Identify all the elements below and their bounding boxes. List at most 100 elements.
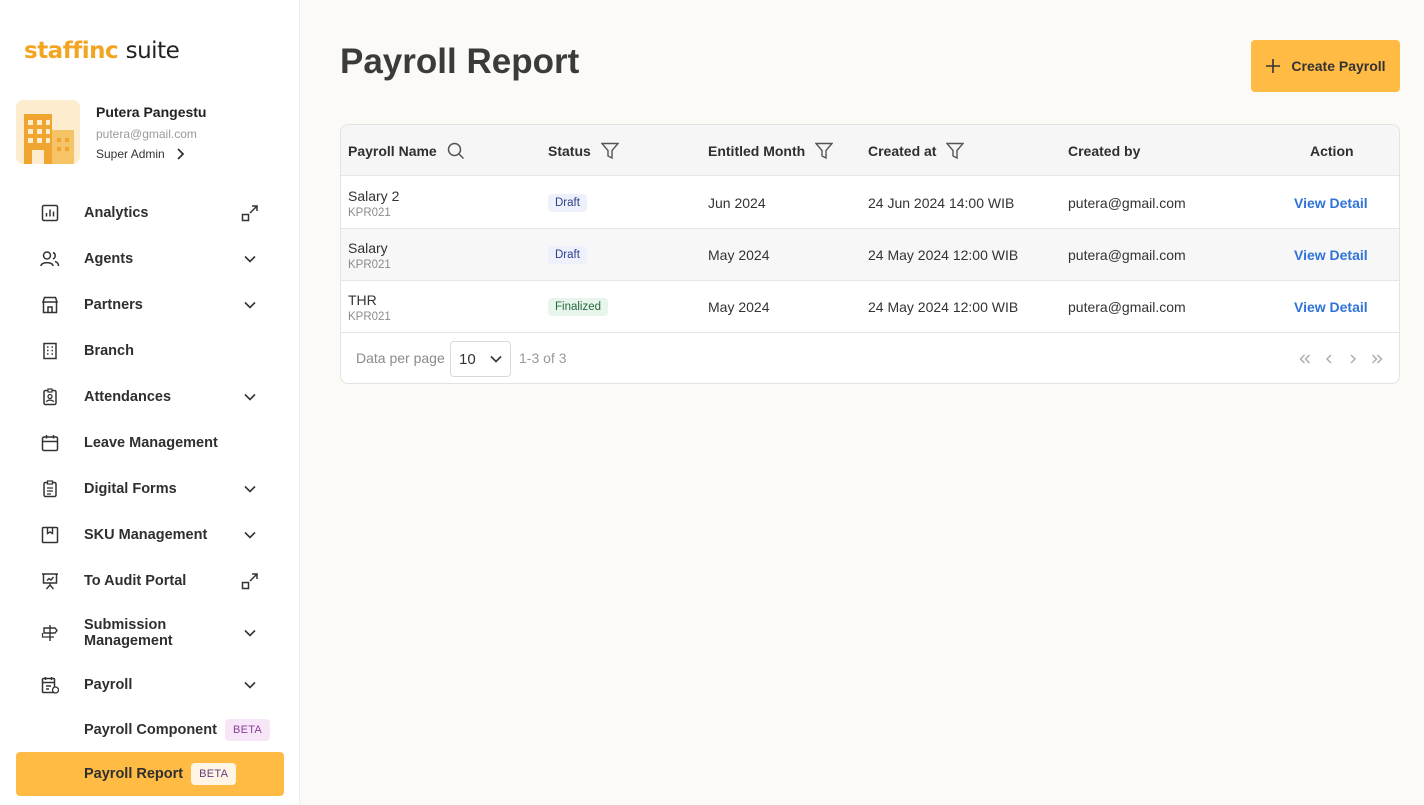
- users-icon: [40, 249, 60, 269]
- chevron-down-icon: [240, 387, 260, 407]
- sidebar-item-label: Analytics: [84, 205, 149, 221]
- column-action: Action: [1310, 125, 1354, 176]
- search-icon[interactable]: [447, 142, 465, 160]
- payroll-code: KPR021: [348, 310, 391, 323]
- payroll-name-cell: THR KPR021: [348, 281, 391, 333]
- chevron-down-icon: [240, 675, 260, 695]
- sidebar-item-audit-portal[interactable]: To Audit Portal: [16, 559, 284, 603]
- profile-role-link[interactable]: Super Admin: [96, 147, 185, 161]
- view-detail-link[interactable]: View Detail: [1294, 229, 1368, 281]
- sidebar-item-label: Payroll: [84, 677, 133, 693]
- status-cell: Draft: [548, 177, 587, 229]
- table-row: THR KPR021 Finalized May 2024 24 May 202…: [341, 281, 1399, 333]
- prev-page-icon[interactable]: [1321, 349, 1337, 369]
- per-page-value: 10: [459, 350, 476, 368]
- entitled-month: May 2024: [708, 247, 770, 263]
- sidebar-item-partners[interactable]: Partners: [16, 283, 284, 327]
- filter-icon[interactable]: [946, 142, 965, 160]
- sidebar-item-sku-management[interactable]: SKU Management: [16, 513, 284, 557]
- filter-icon[interactable]: [600, 142, 619, 160]
- signpost-icon: [40, 623, 60, 643]
- status-cell: Finalized: [548, 281, 609, 333]
- created-by: putera@gmail.com: [1068, 299, 1186, 315]
- table-row: Salary 2 KPR021 Draft Jun 2024 24 Jun 20…: [341, 177, 1399, 229]
- created-at: 24 May 2024 12:00 WIB: [868, 247, 1019, 263]
- created-at: 24 Jun 2024 14:00 WIB: [868, 195, 1015, 211]
- entitled-month: May 2024: [708, 299, 770, 315]
- next-page-icon[interactable]: [1345, 349, 1361, 369]
- chevron-down-icon: [240, 623, 260, 643]
- status-badge: Finalized: [548, 298, 609, 316]
- sidebar-item-label: Agents: [84, 251, 134, 267]
- create-payroll-label: Create Payroll: [1291, 58, 1386, 74]
- profile-email: putera@gmail.com: [96, 127, 197, 141]
- profile-name: Putera Pangestu: [96, 104, 207, 120]
- column-label: Payroll Name: [348, 142, 437, 159]
- column-created-at: Created at: [868, 125, 965, 176]
- column-label: Action: [1310, 142, 1354, 159]
- beta-badge: BETA: [224, 719, 271, 741]
- view-detail-link[interactable]: View Detail: [1294, 177, 1368, 229]
- sidebar-item-label: To Audit Portal: [84, 573, 187, 589]
- table-header: Payroll Name Status Entitled Month Creat…: [341, 125, 1399, 176]
- avatar: [16, 100, 80, 164]
- sidebar-item-payroll-component[interactable]: Payroll Component BETA: [16, 708, 284, 752]
- sidebar-item-label: SKU Management: [84, 527, 208, 543]
- status-badge: Draft: [548, 194, 587, 212]
- payroll-code: KPR021: [348, 258, 391, 271]
- column-created-by: Created by: [1068, 125, 1140, 176]
- sidebar-item-agents[interactable]: Agents: [16, 237, 284, 281]
- id-badge-icon: [40, 387, 60, 407]
- column-entitled-month: Entitled Month: [708, 125, 834, 176]
- payroll-table: Payroll Name Status Entitled Month Creat…: [340, 124, 1400, 384]
- chevron-down-icon: [240, 295, 260, 315]
- created-by: putera@gmail.com: [1068, 195, 1186, 211]
- app-logo[interactable]: staffinc suite: [24, 38, 180, 64]
- sidebar-item-digital-forms[interactable]: Digital Forms: [16, 467, 284, 511]
- chevron-down-icon: [240, 525, 260, 545]
- payroll-report-label: Payroll Report: [84, 765, 184, 782]
- bar-chart-icon: [40, 203, 60, 223]
- chevron-right-icon: [177, 148, 184, 160]
- column-label: Created at: [868, 142, 937, 159]
- per-page-label: Data per page: [356, 350, 445, 366]
- sidebar-item-submission-management[interactable]: Submission Management: [16, 611, 284, 655]
- column-label: Status: [548, 142, 591, 159]
- payroll-calendar-icon: [40, 675, 60, 695]
- sidebar-item-attendances[interactable]: Attendances: [16, 375, 284, 419]
- filter-icon[interactable]: [815, 142, 834, 160]
- sidebar-item-analytics[interactable]: Analytics: [16, 191, 284, 235]
- sidebar-item-label: Digital Forms: [84, 481, 177, 497]
- calendar-icon: [40, 433, 60, 453]
- payroll-name: Salary: [348, 239, 388, 256]
- chevron-down-icon: [240, 479, 260, 499]
- sidebar-item-label: Partners: [84, 297, 143, 313]
- column-status: Status: [548, 125, 619, 176]
- sidebar-item-payroll[interactable]: Payroll: [16, 663, 284, 707]
- chevron-down-icon: [490, 355, 502, 363]
- create-payroll-button[interactable]: Create Payroll: [1251, 40, 1400, 92]
- sidebar-item-branch[interactable]: Branch: [16, 329, 284, 373]
- plus-icon: [1266, 59, 1281, 73]
- payroll-name-cell: Salary KPR021: [348, 229, 391, 281]
- sidebar-item-label: Attendances: [84, 389, 172, 405]
- status-badge: Draft: [548, 246, 587, 264]
- payroll-code: KPR021: [348, 206, 391, 219]
- view-detail-link[interactable]: View Detail: [1294, 281, 1368, 333]
- last-page-icon[interactable]: [1369, 349, 1385, 369]
- status-cell: Draft: [548, 229, 587, 281]
- column-payroll-name: Payroll Name: [348, 125, 465, 176]
- payroll-name: Salary 2: [348, 187, 400, 204]
- clipboard-icon: [40, 479, 60, 499]
- beta-badge: BETA: [191, 763, 237, 785]
- page-title: Payroll Report: [340, 42, 580, 81]
- payroll-component-label: Payroll Component: [84, 721, 217, 738]
- payroll-name-cell: Salary 2 KPR021: [348, 177, 399, 229]
- sidebar-item-leave-management[interactable]: Leave Management: [16, 421, 284, 465]
- first-page-icon[interactable]: [1297, 349, 1313, 369]
- presentation-icon: [40, 571, 60, 591]
- entitled-month: Jun 2024: [708, 195, 766, 211]
- sidebar-item-payroll-report[interactable]: Payroll Report BETA: [16, 752, 284, 796]
- per-page-select[interactable]: 10: [450, 341, 511, 377]
- column-label: Created by: [1068, 142, 1141, 159]
